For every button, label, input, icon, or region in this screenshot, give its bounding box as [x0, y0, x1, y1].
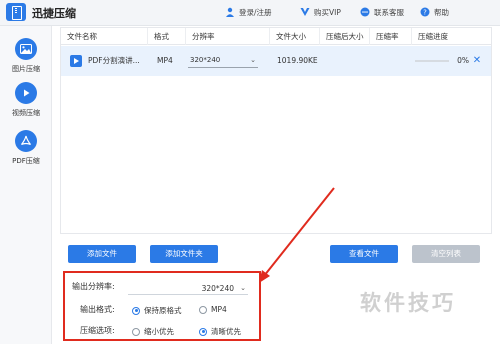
help-link[interactable]: ? 帮助	[420, 5, 449, 19]
add-file-button[interactable]: 添加文件	[68, 245, 136, 263]
user-icon	[226, 7, 234, 17]
progress-bar	[415, 60, 449, 62]
login-label: 登录/注册	[239, 7, 272, 17]
file-name: PDF分割演讲...	[88, 56, 140, 65]
sidebar-item-video-compress[interactable]: 视频压缩	[0, 82, 52, 126]
view-file-button[interactable]: 查看文件	[330, 245, 398, 263]
vip-icon	[300, 8, 310, 16]
resolution-select[interactable]: 320*240 ⌄	[188, 54, 258, 68]
chevron-down-icon: ⌄	[250, 56, 256, 64]
column-header: 文件名称	[67, 32, 97, 41]
help-icon: ?	[420, 7, 430, 17]
sidebar-item-label: PDF压缩	[12, 157, 40, 165]
compressed-size	[326, 46, 366, 76]
support-link[interactable]: 联系客服	[360, 5, 404, 19]
column-header: 格式	[147, 28, 185, 45]
svg-text:?: ?	[423, 9, 427, 17]
image-icon	[15, 38, 37, 60]
pdf-icon	[15, 130, 37, 152]
support-icon	[360, 7, 370, 17]
sidebar: 图片压缩 视频压缩 PDF压缩	[0, 26, 52, 344]
close-icon: ✕	[472, 55, 482, 66]
column-header: 压缩率	[369, 28, 411, 45]
column-header: 文件大小	[269, 28, 319, 45]
annotation-highlight-box	[63, 271, 261, 341]
watermark-text: 软件技巧	[360, 291, 456, 315]
progress-text: 0%	[457, 56, 469, 65]
sidebar-item-label: 图片压缩	[12, 65, 40, 73]
sidebar-item-pdf-compress[interactable]: PDF压缩	[0, 130, 52, 174]
buy-vip-link[interactable]: 购买VIP	[300, 5, 341, 19]
compress-ratio	[376, 46, 406, 76]
help-label: 帮助	[434, 7, 449, 17]
file-size: 1019.90KE	[277, 56, 318, 65]
column-header: 压缩进度	[411, 28, 491, 45]
clear-list-button[interactable]: 清空列表	[412, 245, 480, 263]
remove-file-button[interactable]: ✕	[471, 54, 483, 68]
column-header: 压缩后大小	[319, 28, 369, 45]
sidebar-item-label: 视频压缩	[12, 109, 40, 117]
video-file-icon	[70, 55, 82, 67]
file-format: MP4	[157, 56, 173, 65]
support-label: 联系客服	[374, 7, 404, 17]
file-table: 文件名称 格式 分辨率 文件大小 压缩后大小 压缩率 压缩进度 PDF分割演讲.…	[60, 27, 492, 234]
table-row[interactable]: PDF分割演讲... MP4 320*240 ⌄ 1019.90KE 0% ✕	[61, 46, 491, 76]
resolution-select-value: 320*240	[190, 56, 221, 64]
title-bar: 迅捷压缩 登录/注册 购买VIP 联系客服 ? 帮助	[0, 0, 500, 26]
table-header: 文件名称 格式 分辨率 文件大小 压缩后大小 压缩率 压缩进度	[61, 28, 491, 45]
app-logo	[6, 3, 26, 21]
buy-vip-label: 购买VIP	[314, 7, 341, 17]
app-title: 迅捷压缩	[32, 7, 76, 20]
login-link[interactable]: 登录/注册	[225, 5, 272, 19]
play-icon	[15, 82, 37, 104]
column-header: 分辨率	[185, 28, 269, 45]
add-folder-button[interactable]: 添加文件夹	[150, 245, 218, 263]
sidebar-item-image-compress[interactable]: 图片压缩	[0, 38, 52, 82]
